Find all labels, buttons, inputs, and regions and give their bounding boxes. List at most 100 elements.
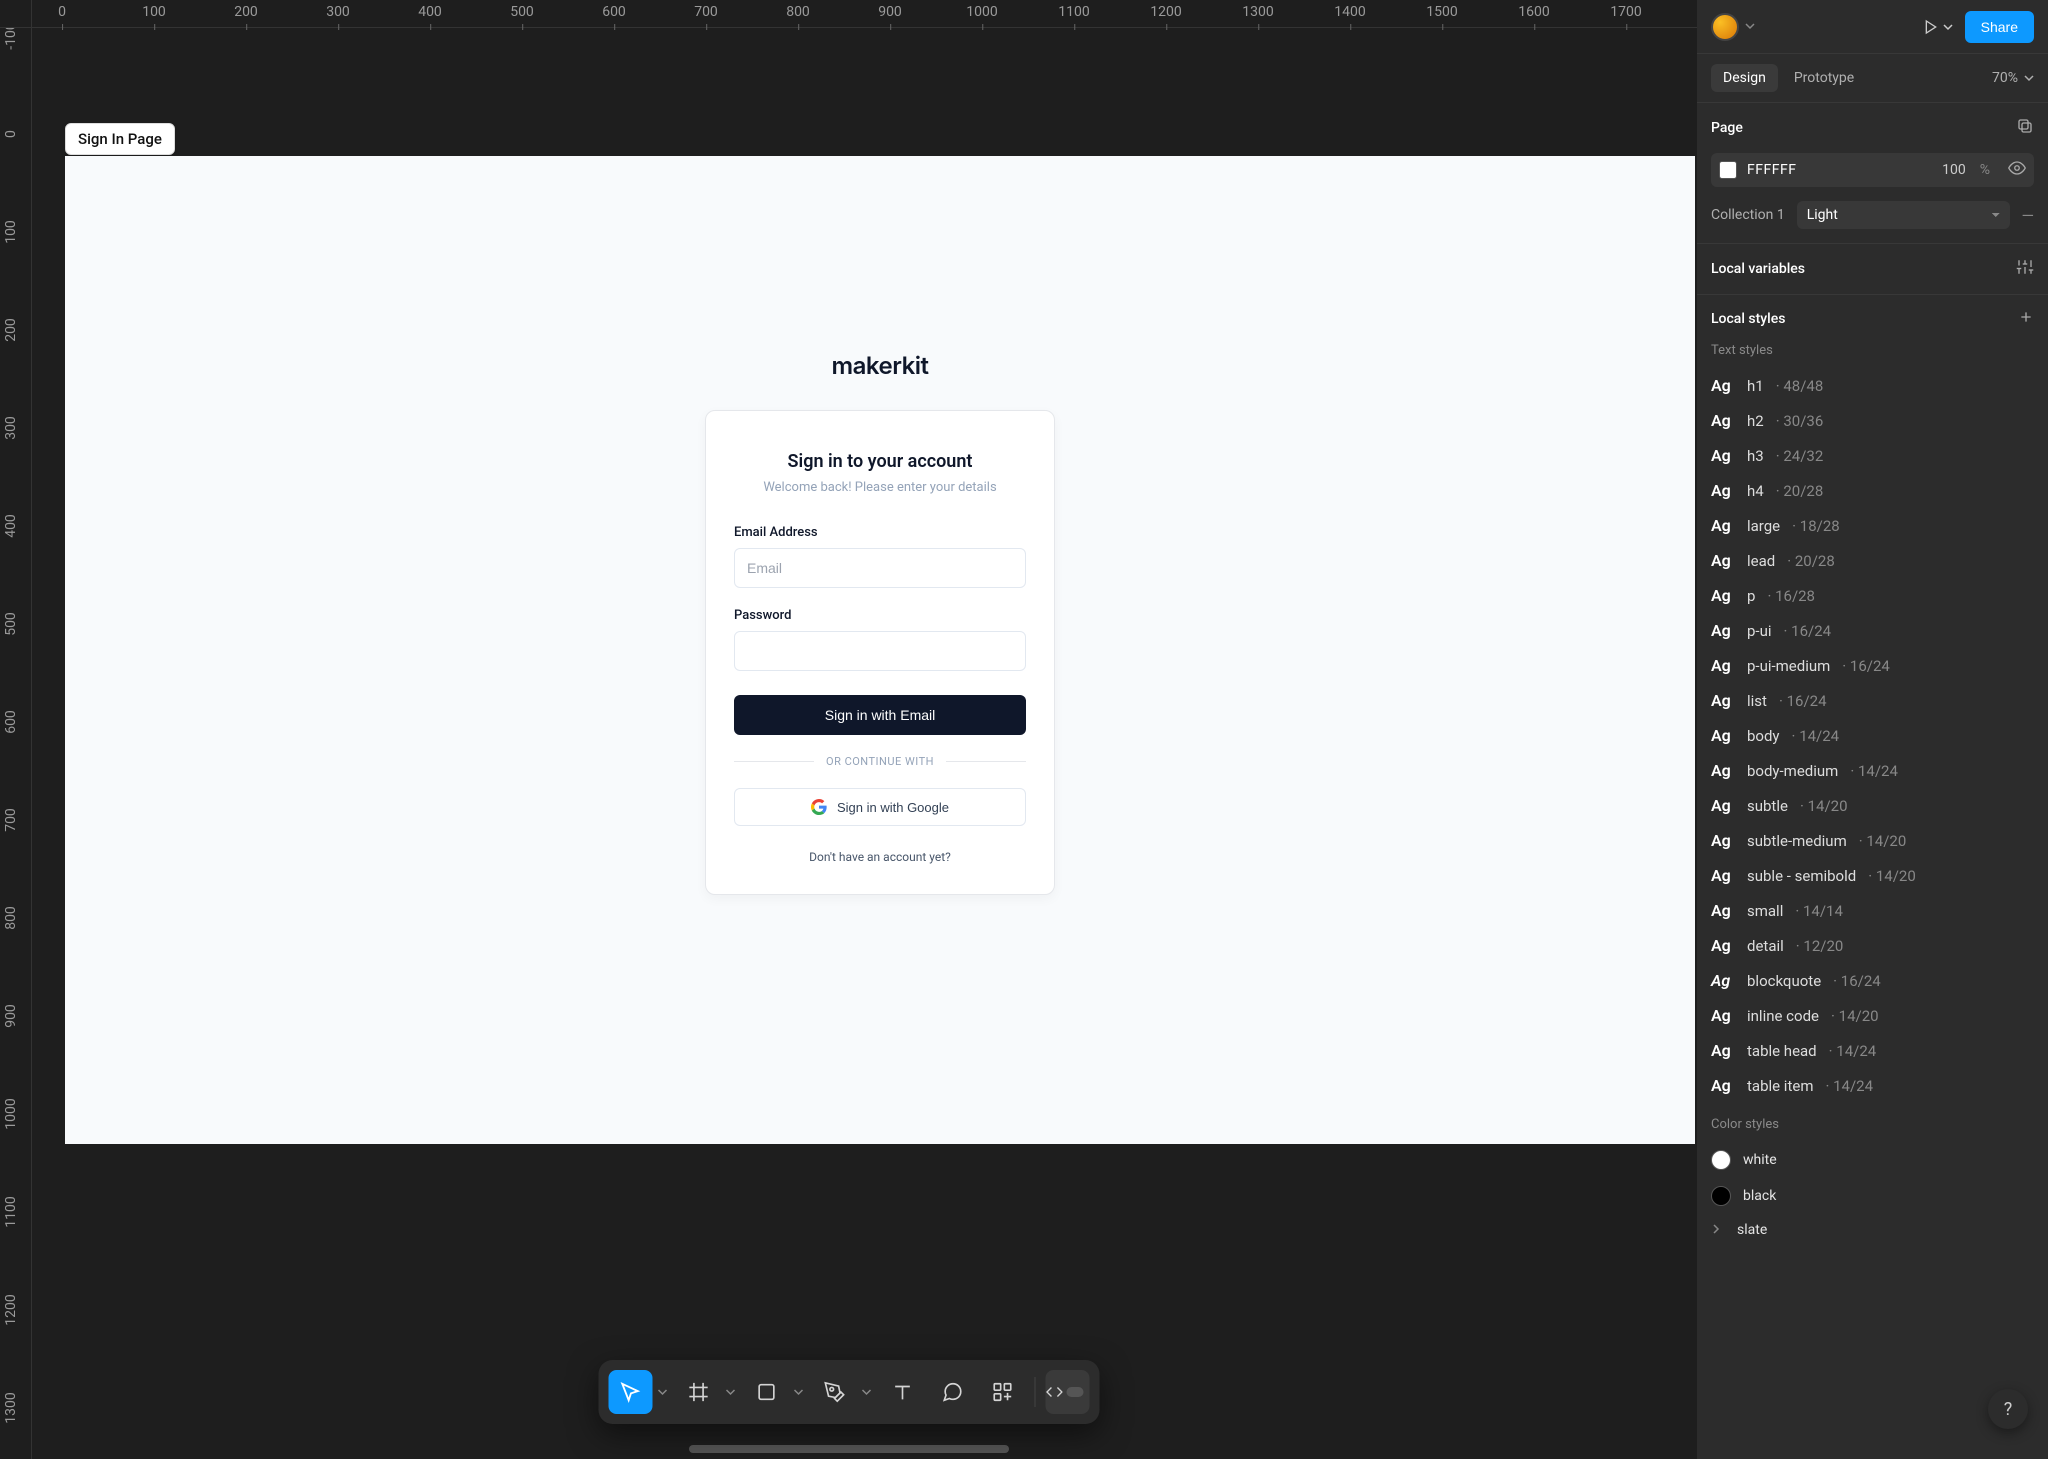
tool-pen-chevron[interactable] (858, 1370, 874, 1414)
avatar[interactable] (1711, 13, 1739, 41)
chevron-right-icon (1711, 1222, 1725, 1238)
share-button[interactable]: Share (1965, 11, 2034, 43)
text-style-row[interactable]: Agh324/32 (1711, 438, 2034, 473)
text-style-meta: 16/24 (1842, 657, 1890, 675)
text-style-meta: 14/14 (1795, 902, 1843, 920)
text-style-row[interactable]: Aglead20/28 (1711, 543, 2034, 578)
canvas-workspace: 0100200300400500600700800900100011001200… (0, 0, 1697, 1459)
text-style-meta: 14/24 (1825, 1077, 1873, 1095)
tool-move-chevron[interactable] (654, 1370, 670, 1414)
ruler-tick: 200 (234, 4, 258, 20)
tool-text[interactable] (880, 1370, 924, 1414)
present-button[interactable] (1923, 19, 1953, 35)
text-style-meta: 16/24 (1784, 622, 1832, 640)
password-input[interactable] (734, 631, 1026, 671)
help-icon: ? (2004, 1399, 2013, 1420)
page-opacity-symbol: % (1980, 162, 1990, 178)
ruler-tick: 1500 (1426, 4, 1457, 20)
text-styles-label: Text styles (1711, 343, 2034, 358)
text-style-meta: 16/24 (1833, 972, 1881, 990)
text-style-row[interactable]: Agtable head14/24 (1711, 1033, 2034, 1068)
tool-frame[interactable] (676, 1370, 720, 1414)
collection-select[interactable]: Light (1797, 201, 2010, 229)
tool-actions[interactable] (980, 1370, 1024, 1414)
page-color-swatch[interactable] (1719, 161, 1737, 179)
text-style-row[interactable]: Agtable item14/24 (1711, 1068, 2034, 1103)
signup-link[interactable]: Don't have an account yet? (734, 850, 1026, 864)
text-style-meta: 14/20 (1831, 1007, 1879, 1025)
text-style-row[interactable]: Aginline code14/20 (1711, 998, 2034, 1033)
tool-move[interactable] (608, 1370, 652, 1414)
tab-prototype-label: Prototype (1794, 70, 1854, 86)
dev-mode-switch[interactable] (1067, 1387, 1083, 1397)
text-style-row[interactable]: Agh420/28 (1711, 473, 2034, 508)
zoom-value: 70% (1992, 70, 2018, 86)
text-style-meta: 14/20 (1859, 832, 1907, 850)
ruler-tick: 1700 (1610, 4, 1641, 20)
tool-frame-chevron[interactable] (722, 1370, 738, 1414)
text-style-sample: Ag (1711, 376, 1735, 395)
text-style-row[interactable]: Agp-ui16/24 (1711, 613, 2034, 648)
text-style-row[interactable]: Aglist16/24 (1711, 683, 2034, 718)
tool-dev-mode[interactable] (1045, 1370, 1089, 1414)
text-style-row[interactable]: Agbody14/24 (1711, 718, 2034, 753)
ruler-tick: 500 (3, 612, 19, 636)
text-style-row[interactable]: Agblockquote16/24 (1711, 963, 2034, 998)
text-style-row[interactable]: Agsuble - semibold14/20 (1711, 858, 2034, 893)
page-opacity-value[interactable]: 100 (1942, 162, 1966, 178)
tool-rectangle-chevron[interactable] (790, 1370, 806, 1414)
text-style-meta: 14/20 (1800, 797, 1848, 815)
toolbar (598, 1360, 1099, 1424)
visibility-toggle-icon[interactable] (2008, 159, 2026, 181)
tab-prototype[interactable]: Prototype (1782, 64, 1866, 92)
color-style-row[interactable]: black (1711, 1178, 2034, 1214)
horizontal-scrollbar[interactable] (689, 1445, 1009, 1453)
text-style-sample: Ag (1711, 1041, 1735, 1060)
zoom-dropdown[interactable]: 70% (1992, 70, 2034, 86)
help-button[interactable]: ? (1988, 1389, 2028, 1429)
text-style-sample: Ag (1711, 936, 1735, 955)
color-style-row[interactable]: white (1711, 1142, 2034, 1178)
text-style-name: h2 (1747, 412, 1764, 430)
design-canvas[interactable]: Sign In Page makerkit Sign in to your ac… (32, 28, 1697, 1459)
page-color-hex[interactable]: FFFFFF (1747, 162, 1932, 178)
signin-email-button[interactable]: Sign in with Email (734, 695, 1026, 735)
ruler-tick: 1300 (1242, 4, 1273, 20)
text-style-row[interactable]: Aglarge18/28 (1711, 508, 2034, 543)
tool-rectangle[interactable] (744, 1370, 788, 1414)
text-style-row[interactable]: Agh230/36 (1711, 403, 2034, 438)
frame-label[interactable]: Sign In Page (65, 123, 175, 155)
text-style-row[interactable]: Agp16/28 (1711, 578, 2034, 613)
email-input[interactable] (734, 548, 1026, 588)
text-style-row[interactable]: Agdetail12/20 (1711, 928, 2034, 963)
signin-google-button[interactable]: Sign in with Google (734, 788, 1026, 826)
collection-remove-icon[interactable]: — (2022, 206, 2035, 225)
tool-pen[interactable] (812, 1370, 856, 1414)
text-style-row[interactable]: Agbody-medium14/24 (1711, 753, 2034, 788)
page-export-icon[interactable] (2016, 117, 2034, 139)
text-style-row[interactable]: Agsubtle14/20 (1711, 788, 2034, 823)
ruler-tick: 700 (694, 4, 718, 20)
text-style-sample: Ag (1711, 831, 1735, 850)
text-style-name: small (1747, 902, 1783, 920)
text-style-sample: Ag (1711, 726, 1735, 745)
ruler-tick: 100 (3, 220, 19, 244)
artboard-sign-in[interactable]: makerkit Sign in to your account Welcome… (65, 156, 1695, 1144)
add-style-icon[interactable] (2018, 309, 2034, 329)
avatar-chevron-icon[interactable] (1745, 19, 1755, 35)
tab-design[interactable]: Design (1711, 64, 1778, 92)
text-style-sample: Ag (1711, 761, 1735, 780)
text-style-row[interactable]: Agsmall14/14 (1711, 893, 2034, 928)
text-style-row[interactable]: Agp-ui-medium16/24 (1711, 648, 2034, 683)
local-variables-title: Local variables (1711, 261, 1805, 277)
text-style-row[interactable]: Agsubtle-medium14/20 (1711, 823, 2034, 858)
divider: OR CONTINUE WITH (734, 755, 1026, 768)
variables-settings-icon[interactable] (2016, 258, 2034, 280)
text-style-row[interactable]: Agh148/48 (1711, 368, 2034, 403)
page-background-row[interactable]: FFFFFF 100 % (1711, 153, 2034, 187)
tool-comment[interactable] (930, 1370, 974, 1414)
text-style-meta: 30/36 (1776, 412, 1824, 430)
color-style-row[interactable]: slate (1711, 1214, 2034, 1246)
ruler-tick: 400 (3, 514, 19, 538)
text-style-name: lead (1747, 552, 1775, 570)
